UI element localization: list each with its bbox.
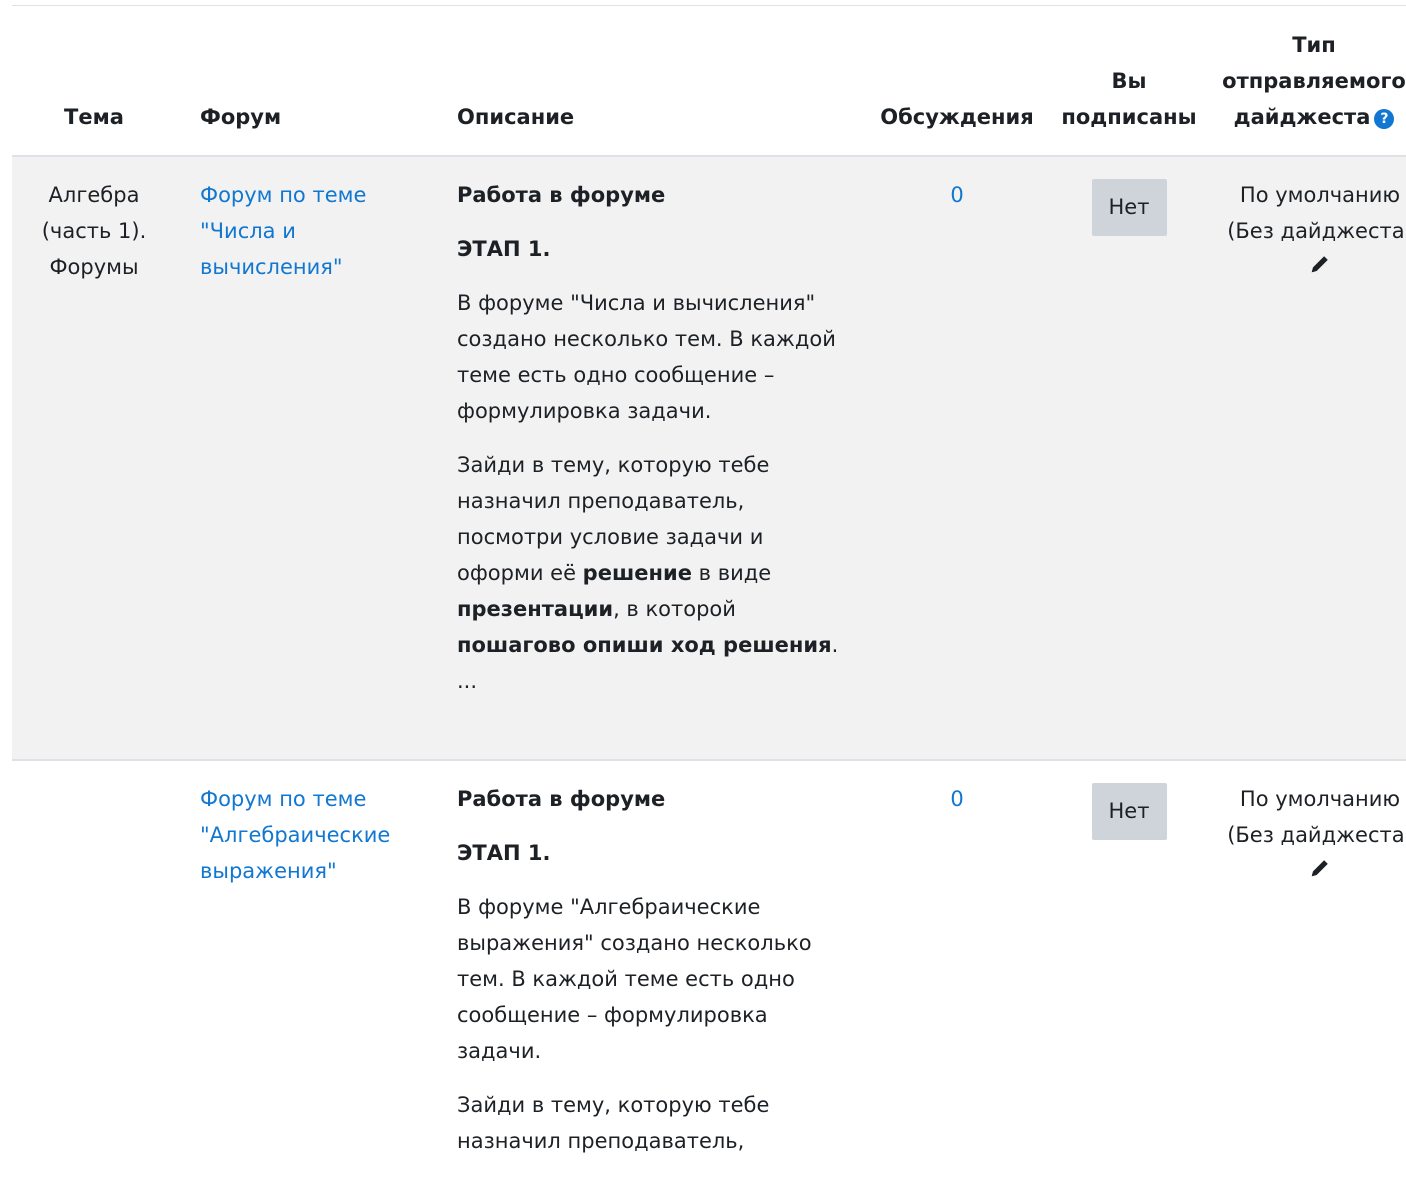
- description-stage: ЭТАП 1.: [457, 841, 551, 865]
- help-question-icon[interactable]: ?: [1374, 109, 1395, 129]
- description-paragraph: В форуме "Алгебраические выражения" созд…: [457, 895, 812, 1063]
- discussions-count-link[interactable]: 0: [950, 183, 963, 207]
- digest-cell: По умолчанию (Без дайджеста): [1222, 781, 1406, 890]
- subscribed-cell: Нет: [1058, 179, 1200, 236]
- discussions-cell: 0: [877, 781, 1037, 817]
- header-forum: Форум: [200, 105, 282, 129]
- header-digest-type: Тип отправляемого дайджеста?: [1222, 33, 1406, 129]
- table-header: Тема Форум Описание Обсуждения Вы подпис…: [12, 6, 1406, 157]
- description-stage: ЭТАП 1.: [457, 237, 551, 261]
- table-row: Форум по теме "Алгебраические выражения"…: [12, 761, 1406, 1181]
- discussions-count-link[interactable]: 0: [950, 787, 963, 811]
- forum-link[interactable]: Форум по теме "Числа и вычисления": [200, 177, 410, 285]
- forum-link[interactable]: Форум по теме "Алгебраические выражения": [200, 781, 410, 889]
- header-description: Описание: [457, 105, 575, 129]
- discussions-cell: 0: [877, 177, 1037, 213]
- digest-cell: По умолчанию (Без дайджеста): [1222, 177, 1406, 286]
- description-cell: Работа в форуме ЭТАП 1. В форуме "Числа …: [457, 177, 877, 717]
- description-paragraph: Зайди в тему, которую тебе назначил преп…: [457, 453, 839, 693]
- description-cell: Работа в форуме ЭТАП 1. В форуме "Алгебр…: [457, 781, 877, 1177]
- forum-cell: Форум по теме "Алгебраические выражения": [200, 781, 410, 889]
- header-subscribed: Вы подписаны: [1061, 69, 1197, 129]
- header-topic: Тема: [64, 105, 124, 129]
- subscribe-toggle-button[interactable]: Нет: [1091, 179, 1167, 236]
- pencil-icon[interactable]: [1309, 857, 1331, 879]
- topic-cell: Алгебра (часть 1). Форумы: [41, 183, 147, 279]
- header-discussions: Обсуждения: [880, 105, 1034, 129]
- description-paragraph: В форуме "Числа и вычисления" создано не…: [457, 291, 836, 423]
- description-title: Работа в форуме: [457, 787, 666, 811]
- forum-cell: Форум по теме "Числа и вычисления": [200, 177, 410, 285]
- description-paragraph: Зайди в тему, которую тебе назначил преп…: [457, 1093, 770, 1153]
- pencil-icon[interactable]: [1309, 253, 1331, 275]
- table-row: Алгебра (часть 1). Форумы Форум по теме …: [12, 157, 1406, 761]
- subscribe-toggle-button[interactable]: Нет: [1091, 783, 1167, 840]
- description-ellipsis: ...: [457, 669, 478, 693]
- subscribed-cell: Нет: [1058, 783, 1200, 840]
- description-title: Работа в форуме: [457, 183, 666, 207]
